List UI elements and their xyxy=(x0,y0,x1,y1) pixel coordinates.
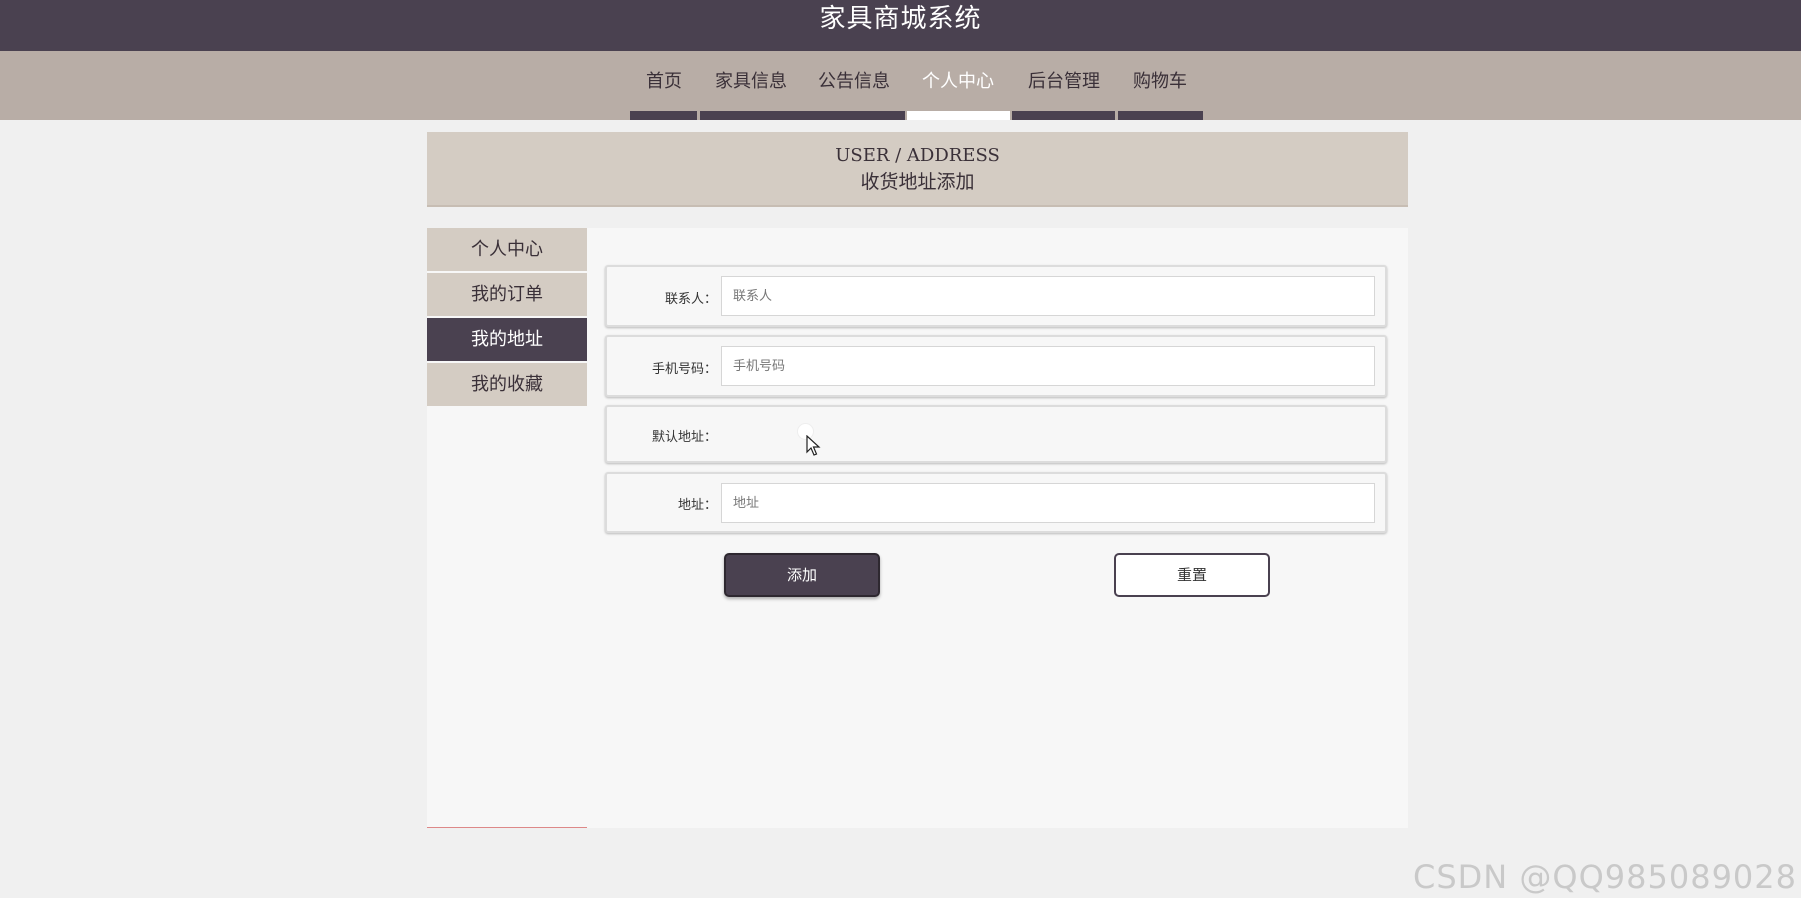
side-item-my-orders[interactable]: 我的订单 xyxy=(427,273,587,316)
side-item-my-favorites[interactable]: 我的收藏 xyxy=(427,363,587,406)
site-title: 家具商城系统 xyxy=(819,4,982,34)
add-button[interactable]: 添加 xyxy=(724,553,880,597)
mouse-cursor-icon xyxy=(806,435,821,456)
form-row-default-address: 默认地址： xyxy=(605,405,1387,463)
nav-item-cart[interactable]: 购物车 xyxy=(1133,69,1187,95)
address-input[interactable] xyxy=(721,483,1375,523)
form-row-contact: 联系人： xyxy=(605,265,1387,327)
nav-underline-user-center xyxy=(907,111,1010,120)
phone-input[interactable] xyxy=(721,346,1375,386)
top-header: 家具商城系统 xyxy=(0,0,1801,51)
nav-underline-info xyxy=(700,111,905,120)
nav-item-furniture[interactable]: 家具信息 xyxy=(715,69,787,95)
page-banner: USER / ADDRESS 收货地址添加 xyxy=(427,132,1408,207)
address-label: 地址： xyxy=(677,498,717,513)
form-row-phone: 手机号码： xyxy=(605,335,1387,397)
default-address-label: 默认地址： xyxy=(651,430,717,445)
nav-underline-home xyxy=(630,111,697,120)
phone-label: 手机号码： xyxy=(651,362,717,377)
banner-title-en: USER / ADDRESS xyxy=(835,145,1000,166)
banner-title-cn: 收货地址添加 xyxy=(860,171,975,193)
nav-item-notices[interactable]: 公告信息 xyxy=(818,69,890,95)
main-nav: 首页 家具信息 公告信息 个人中心 后台管理 购物车 xyxy=(0,51,1801,120)
side-menu: 个人中心 我的订单 我的地址 我的收藏 xyxy=(427,228,587,408)
contact-input[interactable] xyxy=(721,276,1375,316)
side-divider xyxy=(427,827,587,828)
side-item-user-center[interactable]: 个人中心 xyxy=(427,228,587,271)
nav-item-admin[interactable]: 后台管理 xyxy=(1028,69,1100,95)
watermark: CSDN @QQ985089028 xyxy=(1412,858,1797,896)
nav-item-user-center[interactable]: 个人中心 xyxy=(922,69,994,95)
reset-button[interactable]: 重置 xyxy=(1114,553,1270,597)
nav-underline-admin xyxy=(1012,111,1115,120)
nav-underline-cart xyxy=(1118,111,1203,120)
side-item-my-address[interactable]: 我的地址 xyxy=(427,318,587,361)
contact-label: 联系人： xyxy=(664,292,717,307)
nav-item-home[interactable]: 首页 xyxy=(646,69,682,95)
form-row-address: 地址： xyxy=(605,472,1387,533)
content-panel: 个人中心 我的订单 我的地址 我的收藏 联系人： 手机号码： 默认地址： 地址： xyxy=(427,228,1408,828)
